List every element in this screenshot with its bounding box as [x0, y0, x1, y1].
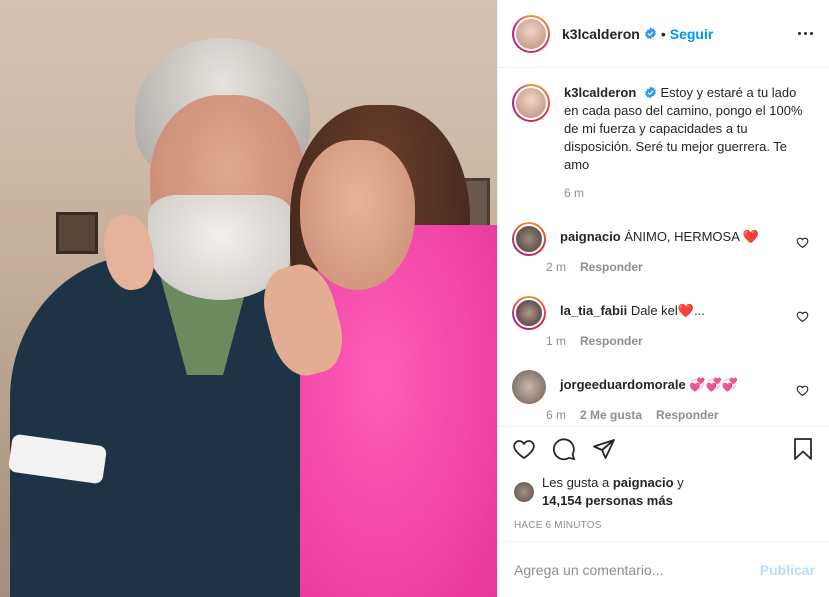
more-options-icon[interactable] [798, 32, 813, 35]
reply-button[interactable]: Responder [580, 260, 643, 274]
comment-like-icon[interactable] [796, 310, 809, 323]
share-icon[interactable] [592, 437, 616, 461]
comments-list[interactable]: k3lcalderon Estoy y estaré a tu lado en … [498, 68, 829, 426]
comment-body: ÁNIMO, HERMOSA ❤️ [624, 229, 759, 244]
comment-username[interactable]: paignacio [560, 229, 621, 244]
author-avatar[interactable] [512, 14, 550, 53]
caption-avatar[interactable] [512, 84, 550, 122]
photo-woman-face [300, 140, 415, 290]
comment-body: 💞💞💞 [689, 377, 738, 392]
verified-icon [645, 86, 656, 99]
add-comment-bar: Publicar [498, 541, 829, 597]
post-timestamp[interactable]: HACE 6 MINUTOS [498, 510, 829, 541]
caption-text: k3lcalderon Estoy y estaré a tu lado en … [564, 84, 804, 174]
comment-input[interactable] [514, 561, 760, 578]
photo-wall-frame [56, 212, 98, 254]
likes-prefix: Les gusta a [542, 475, 610, 490]
comment-avatar[interactable] [512, 222, 546, 256]
comment-text: la_tia_fabii Dale kel❤️... [560, 296, 705, 320]
comment-item: jorgeeduardomorale 💞💞💞 6 m 2 Me gusta Re… [512, 370, 813, 422]
post-comment-button[interactable]: Publicar [760, 562, 815, 578]
reply-button[interactable]: Responder [580, 334, 643, 348]
comment-username[interactable]: jorgeeduardomorale [560, 377, 686, 392]
likes-conj: y [677, 475, 684, 490]
like-icon[interactable] [512, 437, 536, 461]
comment-time[interactable]: 6 m [546, 408, 566, 422]
post-side-panel: k3lcalderon • Seguir k3lcalderon Estoy y… [497, 0, 829, 597]
caption: k3lcalderon Estoy y estaré a tu lado en … [512, 84, 813, 174]
liker-username[interactable]: paignacio [613, 475, 674, 490]
post-actions [498, 426, 829, 470]
follow-button[interactable]: Seguir [670, 26, 714, 42]
post-modal: k3lcalderon • Seguir k3lcalderon Estoy y… [0, 0, 829, 597]
post-header: k3lcalderon • Seguir [498, 0, 829, 68]
post-photo[interactable] [0, 0, 497, 597]
comment-likes-count[interactable]: 2 Me gusta [580, 408, 642, 422]
author-username[interactable]: k3lcalderon [562, 26, 640, 42]
comment-meta: 2 m Responder [546, 260, 759, 274]
likes-summary: Les gusta a paignacio y 14,154 personas … [498, 470, 829, 510]
comment-body: Dale kel❤️... [630, 303, 705, 318]
caption-time[interactable]: 6 m [564, 186, 813, 200]
comment-avatar[interactable] [512, 370, 546, 404]
comment-like-icon[interactable] [796, 236, 809, 249]
separator-dot: • [660, 25, 666, 42]
comment-username[interactable]: la_tia_fabii [560, 303, 627, 318]
comment-time[interactable]: 2 m [546, 260, 566, 274]
caption-username[interactable]: k3lcalderon [564, 85, 636, 100]
comment-like-icon[interactable] [796, 384, 809, 397]
comment-time[interactable]: 1 m [546, 334, 566, 348]
reply-button[interactable]: Responder [656, 408, 719, 422]
comment-meta: 6 m 2 Me gusta Responder [546, 408, 738, 422]
comment-icon[interactable] [552, 437, 576, 461]
likes-count[interactable]: 14,154 personas más [542, 493, 673, 508]
comment-text: paignacio ÁNIMO, HERMOSA ❤️ [560, 222, 759, 246]
liker-avatar[interactable] [514, 482, 534, 502]
comment-avatar[interactable] [512, 296, 546, 330]
comment-text: jorgeeduardomorale 💞💞💞 [560, 370, 738, 394]
comment-item: paignacio ÁNIMO, HERMOSA ❤️ 2 m Responde… [512, 222, 813, 274]
comment-item: la_tia_fabii Dale kel❤️... 1 m Responder [512, 296, 813, 348]
verified-icon [644, 27, 656, 40]
comment-meta: 1 m Responder [546, 334, 705, 348]
save-icon[interactable] [791, 437, 815, 461]
